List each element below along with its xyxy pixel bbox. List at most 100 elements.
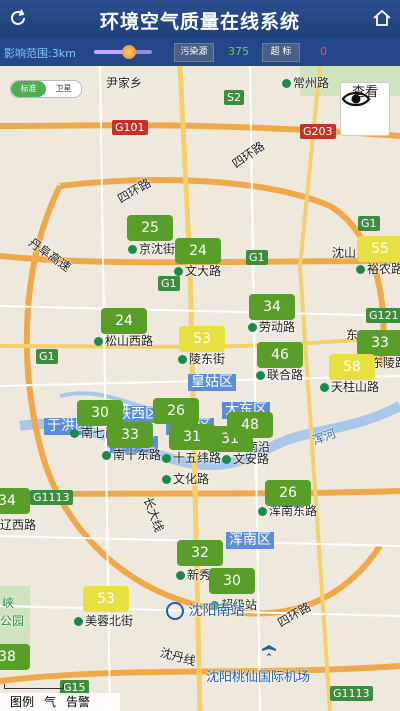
- station-icon: [258, 507, 267, 516]
- station-icon: [282, 79, 291, 88]
- legend-item[interactable]: 图例: [10, 695, 34, 709]
- place-label-text: 常州路: [293, 76, 330, 90]
- map-view[interactable]: 标准 卫星 查看 G101 G203 S2 G1 G1 G1 G1 G1113 …: [0, 66, 400, 711]
- train-station-label: 沈阳南站: [166, 600, 244, 620]
- place-label-text: 文化路: [173, 472, 210, 486]
- place-label-text: 松山西路: [105, 334, 154, 348]
- place-label-text: 南十东路: [113, 448, 162, 462]
- range-value: 3km: [51, 47, 76, 60]
- airplane-icon: [262, 639, 276, 656]
- layer-toggle[interactable]: 标准 卫星: [10, 80, 82, 98]
- aqi-marker[interactable]: 25: [127, 215, 173, 241]
- aqi-marker[interactable]: 32: [177, 540, 223, 566]
- place-label: 文化路: [162, 470, 209, 487]
- aqi-marker[interactable]: 55: [357, 236, 400, 262]
- place-label-text: 联合路: [267, 368, 304, 382]
- place-label-text: 东陵路: [371, 356, 400, 370]
- aqi-marker[interactable]: 53: [83, 586, 129, 612]
- aqi-marker[interactable]: 34: [249, 294, 295, 320]
- place-label-text: 劳动路: [259, 320, 296, 334]
- station-icon: [248, 323, 257, 332]
- station-icon: [102, 451, 111, 460]
- range-slider-knob[interactable]: [121, 45, 136, 59]
- map-scale-bar: [4, 684, 64, 689]
- place-label-text: 文大路: [185, 264, 222, 278]
- district-label: 皇姑区: [188, 374, 236, 391]
- place-label: 天柱山路: [320, 378, 379, 395]
- aqi-marker[interactable]: 48: [227, 412, 273, 438]
- place-label: 辽西路: [0, 518, 37, 532]
- station-icon: [94, 337, 103, 346]
- exceed-count: 0: [320, 45, 327, 58]
- range-label: 影响范围:3km: [4, 45, 76, 61]
- place-label-text: 京沈街: [139, 242, 176, 256]
- place-label: 裕农路: [356, 260, 400, 277]
- layer-standard[interactable]: 标准: [11, 81, 46, 97]
- place-label: 美蓉北街: [74, 612, 133, 629]
- station-icon: [174, 267, 183, 276]
- place-label: 常州路: [282, 74, 329, 91]
- place-label-text: 浑南东路: [269, 504, 318, 518]
- station-icon: [176, 571, 185, 580]
- legend-item[interactable]: 气: [44, 695, 56, 709]
- road-shield: G1113: [30, 490, 73, 505]
- range-slider[interactable]: [94, 45, 152, 59]
- station-icon: [256, 371, 265, 380]
- place-label: 松山西路: [94, 332, 153, 349]
- place-label: 陵东街: [178, 350, 225, 367]
- station-icon: [162, 475, 171, 484]
- place-label: 峡: [2, 596, 15, 610]
- road-label: 沈山: [332, 246, 357, 260]
- aqi-marker[interactable]: 30: [209, 568, 255, 594]
- station-icon: [128, 245, 137, 254]
- place-label-text: 裕农路: [367, 262, 400, 276]
- airport-label: 沈阳桃仙国际机场: [206, 670, 311, 685]
- place-label: 南十东路: [102, 446, 161, 463]
- road-shield: G1: [358, 216, 380, 231]
- district-label: 浑南区: [226, 532, 274, 549]
- train-station-icon: [166, 602, 184, 620]
- road-shield: G203: [300, 124, 336, 139]
- aqi-marker[interactable]: 38: [0, 644, 30, 670]
- home-icon[interactable]: [372, 8, 392, 28]
- place-label: 公园: [0, 614, 25, 628]
- station-icon: [320, 383, 329, 392]
- aqi-marker[interactable]: 33: [357, 330, 400, 356]
- place-label: 劳动路: [248, 318, 295, 335]
- place-label: 文大路: [174, 262, 221, 279]
- place-label: 联合路: [256, 366, 303, 383]
- aqi-marker[interactable]: 34: [0, 488, 30, 514]
- aqi-marker[interactable]: 24: [175, 238, 221, 264]
- aqi-marker[interactable]: 58: [329, 354, 375, 380]
- pollution-source-button[interactable]: 污染源: [174, 43, 214, 62]
- exceed-button[interactable]: 超 标: [262, 43, 300, 62]
- place-label-text: 美蓉北街: [85, 614, 134, 628]
- aqi-marker[interactable]: 33: [107, 422, 153, 448]
- station-icon: [222, 455, 231, 464]
- app-title: 环境空气质量在线系统: [99, 11, 300, 33]
- aqi-marker[interactable]: 53: [179, 326, 225, 352]
- eye-icon: [341, 91, 371, 107]
- aqi-marker[interactable]: 26: [153, 398, 199, 424]
- station-icon: [162, 454, 171, 463]
- legend-bar: 图例气告警: [0, 693, 120, 711]
- place-label-text: 十五纬路: [173, 451, 222, 465]
- control-bar: 影响范围:3km 污染源 375 超 标 0: [0, 38, 400, 66]
- aqi-marker[interactable]: 26: [265, 480, 311, 506]
- place-label: 京沈街: [128, 240, 175, 257]
- aqi-marker[interactable]: 24: [101, 308, 147, 334]
- place-label-text: 沈阳南站: [188, 603, 245, 619]
- station-icon: [356, 265, 365, 274]
- aqi-marker[interactable]: 46: [257, 342, 303, 368]
- road-shield: G1: [36, 349, 58, 364]
- pollution-source-count: 375: [228, 45, 249, 58]
- road-shield: G101: [112, 120, 148, 135]
- road-shield: G1113: [330, 686, 373, 701]
- legend-item[interactable]: 告警: [66, 695, 90, 709]
- station-icon: [178, 355, 187, 364]
- range-label-text: 影响范围:: [4, 47, 52, 60]
- view-button[interactable]: 查看: [340, 82, 390, 136]
- station-icon: [74, 617, 83, 626]
- layer-satellite[interactable]: 卫星: [46, 81, 81, 97]
- place-label-text: 天柱山路: [331, 380, 380, 394]
